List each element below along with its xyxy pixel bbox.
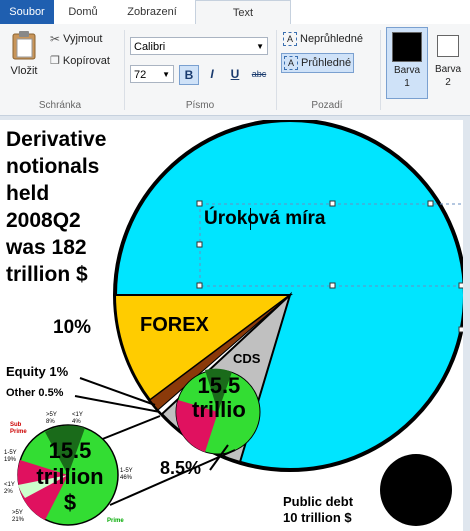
title-line: Derivative [6,128,107,151]
scissors-icon: ✂ [50,32,61,46]
copy-button[interactable]: ❐ Kopírovat [50,54,110,68]
color2-label: Barva 2 [434,64,462,88]
small-pie-label: 1-5Y 19% [4,450,17,463]
cds-percent: 8.5% [160,458,202,478]
color2-button[interactable]: Barva 2 [430,27,466,97]
title-line: trillion $ [6,263,88,286]
cds-value-line: trillio [192,397,246,422]
resize-handle [329,282,336,289]
opaque-button[interactable]: A Neprůhledné [283,32,363,46]
color1-swatch [392,32,422,62]
cut-label: Vyjmout [63,33,103,45]
small-pie-label: >5Y 21% [12,510,25,523]
small-pie-label: >5Y 8% [46,412,57,425]
ribbon-tab-bar: Soubor Domů Zobrazení Text [0,0,470,26]
resize-handle [196,200,203,207]
title-line: held [6,182,50,205]
public-debt-circle [380,454,452,526]
paste-label: Vložit [10,65,38,77]
forex-label: FOREX [140,314,209,336]
italic-button[interactable]: I [203,65,221,83]
cut-button[interactable]: ✂ Vyjmout [50,32,102,46]
transparent-icon: A [284,56,298,70]
small-pie-label: <1Y 4% [72,412,83,425]
ribbon: Vložit ✂ Vyjmout ❐ Kopírovat Schránka Ca… [0,24,470,116]
small-pie-label: Sub Prime [10,422,27,435]
font-size-value: 72 [134,69,147,81]
tab-view[interactable]: Zobrazení [112,0,192,24]
chevron-down-icon: ▼ [256,42,264,51]
group-separator [380,30,381,110]
color2-swatch [437,35,459,57]
public-debt-line: 10 trillion $ [283,510,352,525]
transparent-button[interactable]: A Průhledné [281,53,355,73]
cds-value: 15.5 trillio [192,374,246,422]
tab-text[interactable]: Text [195,0,291,26]
tab-file[interactable]: Soubor [0,0,54,24]
clipboard-icon [12,31,36,60]
title-line: notionals [6,155,100,178]
cds-label: CDS [233,351,261,366]
copy-label: Kopírovat [62,54,110,67]
tab-home[interactable]: Domů [56,0,110,24]
small-pie-label: 1-5Y 46% [120,468,133,481]
resize-handle [196,241,203,248]
canvas-area: Derivative notionals held 2008Q2 was 182… [0,116,470,531]
small-value-line: 15.5 [48,438,92,463]
title-line: was 182 [6,236,87,259]
resize-handle [458,326,463,333]
title-line: 2008Q2 [6,209,81,232]
opaque-label: Neprůhledné [300,33,363,45]
cds-leader-line [99,415,161,441]
drawing-canvas[interactable]: Derivative notionals held 2008Q2 was 182… [0,120,463,531]
resize-handle [427,200,434,207]
chart-title: Derivative notionals held 2008Q2 was 182… [6,126,106,288]
clipboard-group-label: Schránka [38,100,82,111]
small-value-line: trillion [36,464,104,489]
forex-percent: 10% [53,317,92,338]
resize-handle [329,200,336,207]
font-family-value: Calibri [134,41,166,53]
strikethrough-button[interactable]: abc [248,65,270,83]
paste-button[interactable]: Vložit [4,30,44,90]
public-debt-label: Public debt 10 trillion $ [283,494,353,526]
small-pie-label: Prime [107,518,124,524]
color1-button[interactable]: Barva 1 [386,27,428,99]
group-separator [124,30,125,110]
resize-handle [196,282,203,289]
transparent-label: Průhledné [301,57,352,69]
interest-rate-label[interactable]: Úroková míra [204,208,325,230]
color1-label: Barva 1 [393,65,421,89]
other-label: Other 0.5% [6,387,64,399]
opaque-icon: A [283,32,297,46]
small-value-line: $ [63,490,77,515]
font-family-select[interactable]: Calibri ▼ [130,37,268,55]
background-group-label: Pozadí [311,100,343,111]
group-separator [276,30,277,110]
underline-button[interactable]: U [226,65,244,83]
font-size-select[interactable]: 72 ▼ [130,65,174,83]
small-pie-value: 15.5 trillion $ [26,438,114,516]
bold-button[interactable]: B [179,65,199,85]
equity-label: Equity 1% [6,364,69,379]
cds-value-line: 15.5 [197,373,241,398]
small-pie-label: <1Y 2% [4,482,15,495]
font-group-label: Písmo [185,100,215,111]
text-cursor [250,208,251,230]
chevron-down-icon: ▼ [162,70,170,79]
copy-icon: ❐ [50,55,60,67]
public-debt-line: Public debt [283,494,354,509]
resize-handle [458,282,463,289]
